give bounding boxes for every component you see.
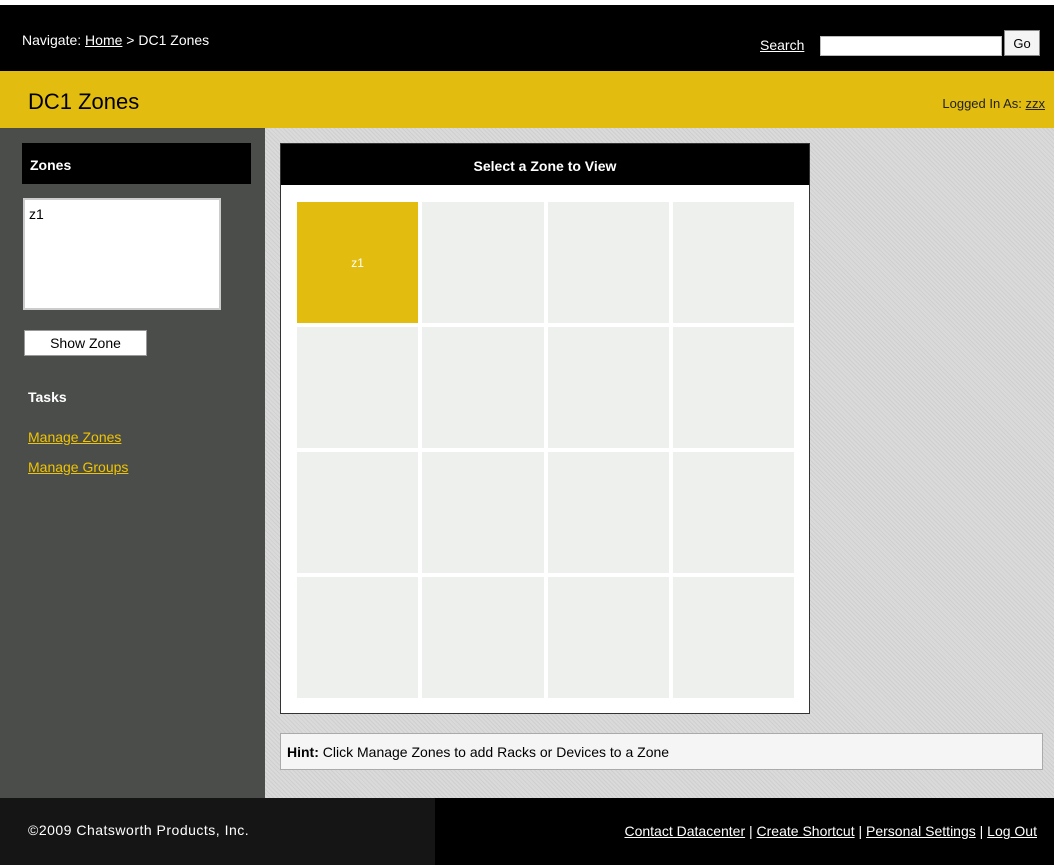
zone-panel-title: Select a Zone to View: [281, 144, 809, 185]
empty-zone-cell: [297, 327, 419, 448]
search-input[interactable]: [820, 36, 1002, 56]
empty-zone-cell: [422, 202, 544, 323]
empty-zone-cell: [547, 327, 669, 448]
empty-zone-cell: [297, 577, 419, 698]
zones-heading: Zones: [22, 143, 251, 184]
empty-zone-cell: [297, 452, 419, 573]
log-out-link[interactable]: Log Out: [987, 823, 1037, 839]
search-link[interactable]: Search: [760, 37, 804, 53]
personal-settings-link[interactable]: Personal Settings: [866, 823, 976, 839]
empty-zone-cell: [422, 577, 544, 698]
footer: ©2009 Chatsworth Products, Inc. Contact …: [0, 798, 1054, 865]
zone-grid: z1: [297, 202, 794, 698]
sidebar: Zones z1 Show Zone Tasks Manage Zones Ma…: [0, 128, 265, 798]
show-zone-button[interactable]: Show Zone: [24, 330, 147, 356]
manage-groups-link[interactable]: Manage Groups: [28, 459, 128, 475]
empty-zone-cell: [422, 327, 544, 448]
empty-zone-cell: [672, 202, 794, 323]
breadcrumb-home-link[interactable]: Home: [85, 32, 122, 48]
footer-separator: |: [745, 823, 757, 839]
zone-list-item[interactable]: z1: [29, 206, 215, 222]
empty-zone-cell: [547, 577, 669, 698]
page-title: DC1 Zones: [28, 89, 140, 114]
copyright-text: ©2009 Chatsworth Products, Inc.: [28, 822, 250, 838]
empty-zone-cell: [672, 327, 794, 448]
footer-links: Contact Datacenter | Create Shortcut | P…: [624, 823, 1037, 839]
create-shortcut-link[interactable]: Create Shortcut: [757, 823, 855, 839]
logged-in-status: Logged In As: zzx: [942, 96, 1045, 111]
main-content: Select a Zone to View z1 Hint: Click Man…: [265, 128, 1054, 798]
hint-text: Click Manage Zones to add Racks or Devic…: [318, 744, 670, 760]
empty-zone-cell: [547, 452, 669, 573]
user-link[interactable]: zzx: [1026, 96, 1046, 111]
empty-zone-cell: [547, 202, 669, 323]
zones-listbox[interactable]: z1: [23, 198, 221, 310]
footer-separator: |: [854, 823, 867, 839]
breadcrumb: Navigate: Home > DC1 Zones: [22, 32, 209, 48]
breadcrumb-separator: >: [122, 32, 139, 48]
go-button[interactable]: Go: [1004, 30, 1040, 56]
logged-in-label: Logged In As:: [942, 96, 1026, 111]
breadcrumb-prefix: Navigate:: [22, 32, 86, 48]
hint-label: Hint:: [287, 744, 319, 760]
empty-zone-cell: [672, 577, 794, 698]
tasks-heading: Tasks: [28, 389, 67, 405]
footer-left-panel: ©2009 Chatsworth Products, Inc.: [0, 798, 435, 865]
footer-separator: |: [975, 823, 988, 839]
empty-zone-cell: [422, 452, 544, 573]
hint-bar: Hint: Click Manage Zones to add Racks or…: [280, 733, 1043, 770]
zone-tile-z1[interactable]: z1: [297, 202, 419, 323]
manage-zones-link[interactable]: Manage Zones: [28, 429, 121, 445]
contact-datacenter-link[interactable]: Contact Datacenter: [624, 823, 745, 839]
zone-selector-panel: Select a Zone to View z1: [280, 143, 810, 714]
top-nav-bar: Navigate: Home > DC1 Zones Search Go: [0, 5, 1054, 71]
title-bar: DC1 Zones Logged In As: zzx: [0, 71, 1054, 128]
empty-zone-cell: [672, 452, 794, 573]
breadcrumb-current: DC1 Zones: [138, 32, 210, 48]
